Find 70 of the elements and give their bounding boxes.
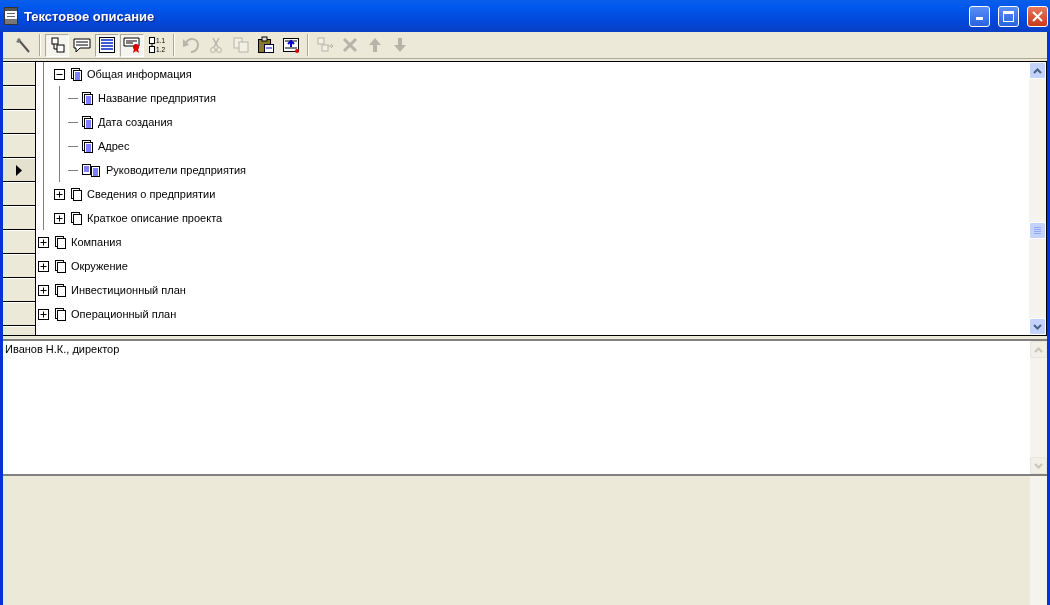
close-icon bbox=[1032, 10, 1043, 22]
expand-icon[interactable] bbox=[54, 212, 65, 224]
tree-item[interactable]: Общая информация bbox=[87, 68, 192, 80]
wrench-icon bbox=[14, 36, 32, 54]
row-indicator[interactable] bbox=[3, 302, 35, 326]
scissors-icon bbox=[207, 36, 225, 54]
row-indicator[interactable] bbox=[3, 62, 35, 86]
current-row-icon bbox=[16, 164, 22, 176]
tree-item[interactable]: Адрес bbox=[98, 140, 130, 152]
maximize-button[interactable] bbox=[998, 5, 1019, 27]
tree-item[interactable]: Краткое описание проекта bbox=[87, 212, 223, 224]
close-button[interactable] bbox=[1027, 5, 1048, 27]
expand-icon[interactable] bbox=[38, 284, 49, 296]
tree-item[interactable]: Название предприятия bbox=[98, 92, 216, 104]
row-indicator[interactable] bbox=[3, 254, 35, 278]
window-title: Текстовое описание bbox=[24, 8, 156, 24]
pages-icon bbox=[71, 211, 82, 225]
tree-item[interactable]: Руководители предприятия bbox=[106, 164, 247, 176]
caret-icon bbox=[1033, 67, 1042, 74]
text-lines-button[interactable] bbox=[95, 33, 119, 57]
speech-bubble-icon bbox=[73, 36, 91, 54]
row-indicator[interactable] bbox=[3, 230, 35, 254]
copy-icon bbox=[232, 36, 250, 54]
caret-icon bbox=[1034, 346, 1043, 353]
tree-icon bbox=[48, 36, 66, 54]
pages-icon bbox=[55, 235, 66, 249]
document-icon bbox=[82, 139, 93, 153]
row-indicator[interactable] bbox=[3, 110, 35, 134]
collapse-icon[interactable] bbox=[54, 68, 65, 80]
row-indicator[interactable] bbox=[3, 206, 35, 230]
up-arrow-icon bbox=[366, 36, 384, 54]
scroll-thumb[interactable] bbox=[1029, 222, 1046, 240]
row-indicator[interactable] bbox=[3, 86, 35, 110]
down-arrow-icon bbox=[391, 36, 409, 54]
maximize-icon bbox=[1003, 10, 1014, 22]
document-icon bbox=[82, 91, 93, 105]
scrollbar[interactable] bbox=[1030, 476, 1047, 605]
tree-item[interactable]: Инвестиционный план bbox=[71, 284, 186, 296]
documents-icon bbox=[82, 163, 101, 177]
tree-item[interactable]: Компания bbox=[71, 236, 122, 248]
pages-icon bbox=[55, 259, 66, 273]
row-indicator[interactable] bbox=[3, 158, 35, 182]
clipboard-icon bbox=[257, 36, 275, 54]
pages-icon bbox=[71, 187, 82, 201]
text-lines-icon bbox=[98, 36, 116, 54]
expand-icon[interactable] bbox=[54, 188, 65, 200]
expand-icon[interactable] bbox=[38, 236, 49, 248]
cross-icon bbox=[341, 36, 359, 54]
caret-icon bbox=[1034, 462, 1043, 469]
document-icon bbox=[82, 115, 93, 129]
expand-icon[interactable] bbox=[38, 260, 49, 272]
tree-item[interactable]: Окружение bbox=[71, 260, 128, 272]
expand-icon[interactable] bbox=[38, 308, 49, 320]
move-icon bbox=[316, 36, 334, 54]
row-indicator[interactable] bbox=[3, 182, 35, 206]
tree-button[interactable] bbox=[45, 33, 69, 57]
pages-icon bbox=[55, 283, 66, 297]
tree-item[interactable]: Дата создания bbox=[98, 116, 173, 128]
minimize-button[interactable] bbox=[969, 5, 990, 27]
row-indicator[interactable] bbox=[3, 278, 35, 302]
window-icon bbox=[4, 7, 18, 25]
caret-icon bbox=[1033, 323, 1042, 330]
tree-item[interactable]: Операционный план bbox=[71, 308, 177, 320]
row-indicator[interactable] bbox=[3, 134, 35, 158]
ribbon-seal-button[interactable] bbox=[120, 33, 144, 57]
tree-item[interactable]: Сведения о предприятии bbox=[87, 188, 216, 200]
pages-icon bbox=[55, 307, 66, 321]
document-icon bbox=[71, 67, 82, 81]
ribbon-seal-icon bbox=[123, 36, 141, 54]
undo-icon bbox=[182, 36, 200, 54]
